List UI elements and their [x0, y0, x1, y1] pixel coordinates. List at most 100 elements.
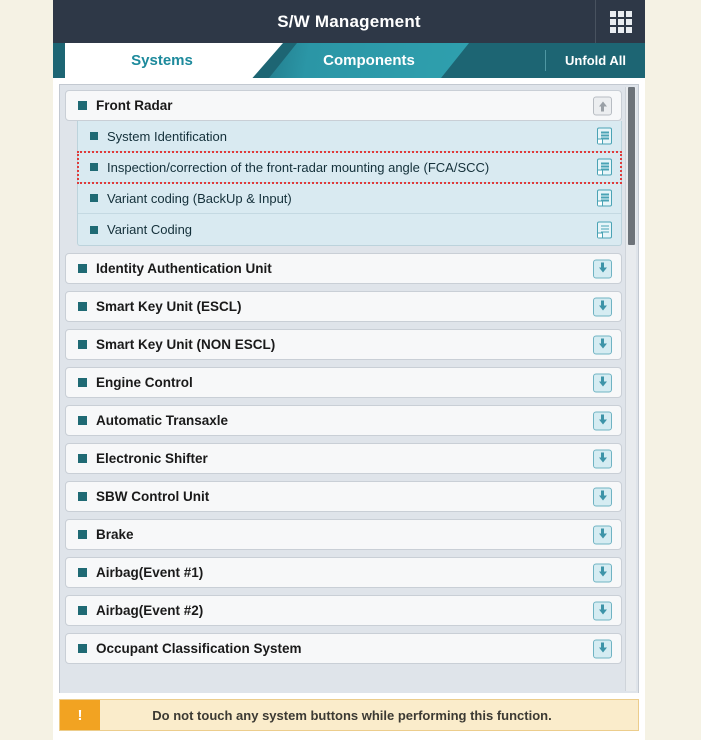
sw-management-window: S/W Management Components Systems Unfold… — [53, 0, 645, 740]
system-group: Airbag(Event #2) — [65, 595, 622, 626]
tab-systems[interactable]: Systems — [65, 43, 283, 78]
warning-bar: ! Do not touch any system buttons while … — [59, 699, 639, 731]
expand-group-button[interactable] — [593, 373, 612, 392]
list-scrollbar[interactable] — [625, 87, 636, 691]
document-icon[interactable] — [597, 158, 612, 176]
warning-icon: ! — [60, 700, 100, 730]
system-group-header[interactable]: Airbag(Event #2) — [65, 595, 622, 626]
square-bullet-icon — [78, 340, 87, 349]
square-bullet-icon — [90, 194, 98, 202]
expand-group-button[interactable] — [593, 525, 612, 544]
square-bullet-icon — [90, 163, 98, 171]
arrow-down-expand-icon — [598, 376, 607, 387]
arrow-down-expand-icon — [598, 300, 607, 311]
tab-components[interactable]: Components — [269, 43, 469, 78]
system-group-label: Engine Control — [96, 375, 193, 390]
collapse-group-button[interactable] — [593, 96, 612, 115]
expand-group-button[interactable] — [593, 449, 612, 468]
system-group-header[interactable]: Engine Control — [65, 367, 622, 398]
system-group: Identity Authentication Unit — [65, 253, 622, 284]
arrow-down-expand-icon — [598, 604, 607, 615]
list-scrollbar-thumb[interactable] — [628, 87, 635, 245]
system-group: Smart Key Unit (ESCL) — [65, 291, 622, 322]
system-group: Brake — [65, 519, 622, 550]
expand-group-button[interactable] — [593, 639, 612, 658]
system-list-panel: Front Radar System Identification Inspecti… — [59, 84, 639, 693]
system-list: Front Radar System Identification Inspecti… — [60, 85, 638, 693]
system-group-header[interactable]: Front Radar — [65, 90, 622, 121]
tab-components-label: Components — [323, 52, 415, 69]
square-bullet-icon — [78, 530, 87, 539]
arrow-down-expand-icon — [598, 528, 607, 539]
square-bullet-icon — [78, 101, 87, 110]
expand-group-button[interactable] — [593, 297, 612, 316]
arrow-down-expand-icon — [598, 490, 607, 501]
system-sub-item[interactable]: Inspection/correction of the front-radar… — [77, 151, 622, 184]
system-group-header[interactable]: Occupant Classification System — [65, 633, 622, 664]
tab-bar: Components Systems Unfold All — [53, 43, 645, 78]
system-sub-item-label: Inspection/correction of the front-radar… — [107, 159, 490, 175]
system-group: Electronic Shifter — [65, 443, 622, 474]
apps-grid-icon — [609, 10, 632, 33]
system-group-header[interactable]: Identity Authentication Unit — [65, 253, 622, 284]
system-sub-list: System Identification Inspection/correcti… — [77, 121, 622, 246]
warning-message: Do not touch any system buttons while pe… — [152, 707, 552, 723]
system-group-label: Airbag(Event #1) — [96, 565, 204, 580]
arrow-down-expand-icon — [598, 566, 607, 577]
system-sub-item[interactable]: Variant coding (BackUp & Input) — [78, 183, 621, 214]
system-group-label: Identity Authentication Unit — [96, 261, 272, 276]
apps-grid-button[interactable] — [595, 0, 645, 43]
square-bullet-icon — [78, 606, 87, 615]
square-bullet-icon — [78, 454, 87, 463]
system-group-label: Occupant Classification System — [96, 641, 302, 656]
system-group-label: Airbag(Event #2) — [96, 603, 204, 618]
document-icon[interactable] — [597, 221, 612, 238]
arrow-down-expand-icon — [598, 262, 607, 273]
arrow-down-expand-icon — [598, 338, 607, 349]
square-bullet-icon — [78, 264, 87, 273]
system-group-header[interactable]: Smart Key Unit (NON ESCL) — [65, 329, 622, 360]
square-bullet-icon — [78, 644, 87, 653]
system-group-header[interactable]: Airbag(Event #1) — [65, 557, 622, 588]
tab-systems-label: Systems — [131, 52, 193, 69]
system-group-header[interactable]: Smart Key Unit (ESCL) — [65, 291, 622, 322]
square-bullet-icon — [78, 302, 87, 311]
arrow-down-expand-icon — [598, 452, 607, 463]
square-bullet-icon — [78, 416, 87, 425]
system-group-label: Electronic Shifter — [96, 451, 208, 466]
square-bullet-icon — [78, 492, 87, 501]
system-group: Occupant Classification System — [65, 633, 622, 664]
system-sub-item-label: Variant coding (BackUp & Input) — [107, 190, 292, 206]
system-group-label: Smart Key Unit (ESCL) — [96, 299, 242, 314]
square-bullet-icon — [90, 225, 98, 234]
expand-group-button[interactable] — [593, 487, 612, 506]
system-group: Front Radar System Identification Inspecti… — [65, 90, 622, 246]
page-title: S/W Management — [277, 11, 421, 31]
system-group: Smart Key Unit (NON ESCL) — [65, 329, 622, 360]
expand-group-button[interactable] — [593, 335, 612, 354]
system-group-header[interactable]: Electronic Shifter — [65, 443, 622, 474]
expand-group-button[interactable] — [593, 411, 612, 430]
title-bar: S/W Management — [53, 0, 645, 43]
unfold-all-button[interactable]: Unfold All — [546, 43, 645, 78]
system-group-header[interactable]: SBW Control Unit — [65, 481, 622, 512]
unfold-all-label: Unfold All — [565, 53, 626, 68]
system-group: Airbag(Event #1) — [65, 557, 622, 588]
system-group-label: Automatic Transaxle — [96, 413, 229, 428]
system-group-header[interactable]: Brake — [65, 519, 622, 550]
expand-group-button[interactable] — [593, 601, 612, 620]
document-icon[interactable] — [597, 127, 612, 145]
expand-group-button[interactable] — [593, 563, 612, 582]
arrow-down-expand-icon — [598, 414, 607, 425]
system-sub-item-label: Variant Coding — [107, 222, 193, 237]
system-sub-item-label: System Identification — [107, 128, 227, 144]
expand-group-button[interactable] — [593, 259, 612, 278]
system-group-label: Smart Key Unit (NON ESCL) — [96, 337, 276, 352]
system-sub-item[interactable]: Variant Coding — [78, 214, 621, 245]
system-group: Automatic Transaxle — [65, 405, 622, 436]
document-icon[interactable] — [597, 189, 612, 207]
arrow-down-expand-icon — [598, 642, 607, 653]
system-group-header[interactable]: Automatic Transaxle — [65, 405, 622, 436]
system-group-label: SBW Control Unit — [96, 489, 210, 504]
system-sub-item[interactable]: System Identification — [78, 121, 621, 152]
